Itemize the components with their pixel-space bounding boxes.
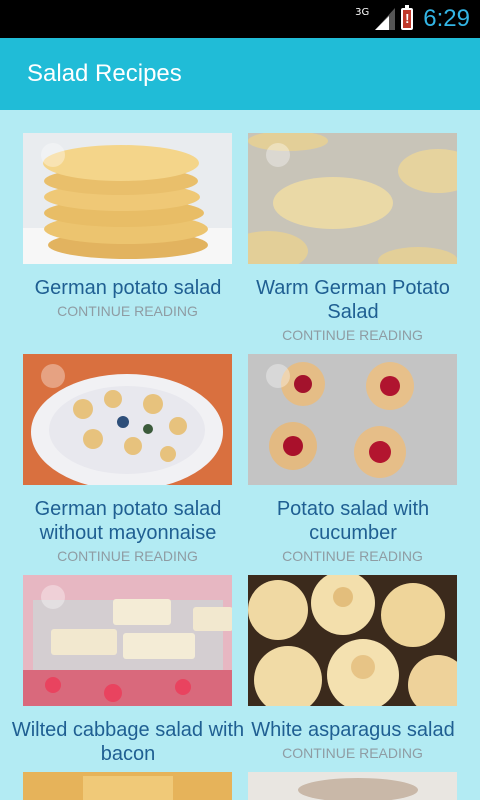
network-type-label: 3G [355, 6, 370, 18]
stacked-cookies-image [23, 133, 232, 264]
recipe-card[interactable]: Wilted cabbage salad with bacon [12, 575, 244, 766]
status-bar: 3G ! 6:29 [0, 0, 480, 38]
recipe-card-partial[interactable] [23, 772, 232, 800]
recipe-thumbnail[interactable] [248, 575, 457, 706]
recipe-title[interactable]: German potato salad [8, 276, 248, 300]
recipe-card[interactable]: White asparagus salad CONTINUE READING [248, 575, 457, 762]
recipe-card[interactable]: German potato salad without mayonnaise C… [23, 354, 232, 565]
recipe-card[interactable]: German potato salad CONTINUE READING [23, 133, 232, 320]
recipe-thumbnail[interactable] [23, 772, 232, 800]
recipe-card[interactable]: Warm German Potato Salad CONTINUE READIN… [248, 133, 457, 344]
dough-rounds-image [248, 133, 457, 264]
shortbread-bars-image [23, 575, 232, 706]
signal-strength-icon [375, 8, 396, 30]
app-title: Salad Recipes [27, 60, 182, 87]
recipe-title[interactable]: Wilted cabbage salad with bacon [8, 718, 248, 766]
partial-thumbnail-image [248, 772, 457, 800]
recipe-thumbnail[interactable] [23, 354, 232, 485]
coconut-macaroons-image [248, 575, 457, 706]
recipe-title[interactable]: Potato salad with cucumber [233, 497, 473, 545]
continue-reading-link[interactable]: CONTINUE READING [23, 302, 232, 320]
continue-reading-link[interactable]: CONTINUE READING [23, 547, 232, 565]
recipe-thumbnail[interactable] [23, 575, 232, 706]
status-icons: 3G ! 6:29 [355, 4, 470, 34]
recipe-title[interactable]: White asparagus salad [233, 718, 473, 742]
continue-reading-link[interactable]: CONTINUE READING [248, 326, 457, 344]
thumbprint-cookies-image [248, 354, 457, 485]
recipe-thumbnail[interactable] [248, 772, 457, 800]
recipe-card[interactable]: Potato salad with cucumber CONTINUE READ… [248, 354, 457, 565]
recipe-thumbnail[interactable] [248, 354, 457, 485]
cutout-cookies-plate-image [23, 354, 232, 485]
status-clock: 6:29 [423, 5, 470, 32]
battery-alert-icon: ! [401, 5, 414, 30]
recipe-card-partial[interactable] [248, 772, 457, 800]
partial-thumbnail-image [23, 772, 232, 800]
app-bar: Salad Recipes [0, 38, 480, 110]
recipe-title[interactable]: German potato salad without mayonnaise [8, 497, 248, 545]
recipe-thumbnail[interactable] [23, 133, 232, 264]
continue-reading-link[interactable]: CONTINUE READING [248, 744, 457, 762]
recipe-thumbnail[interactable] [248, 133, 457, 264]
continue-reading-link[interactable]: CONTINUE READING [248, 547, 457, 565]
recipe-title[interactable]: Warm German Potato Salad [233, 276, 473, 324]
